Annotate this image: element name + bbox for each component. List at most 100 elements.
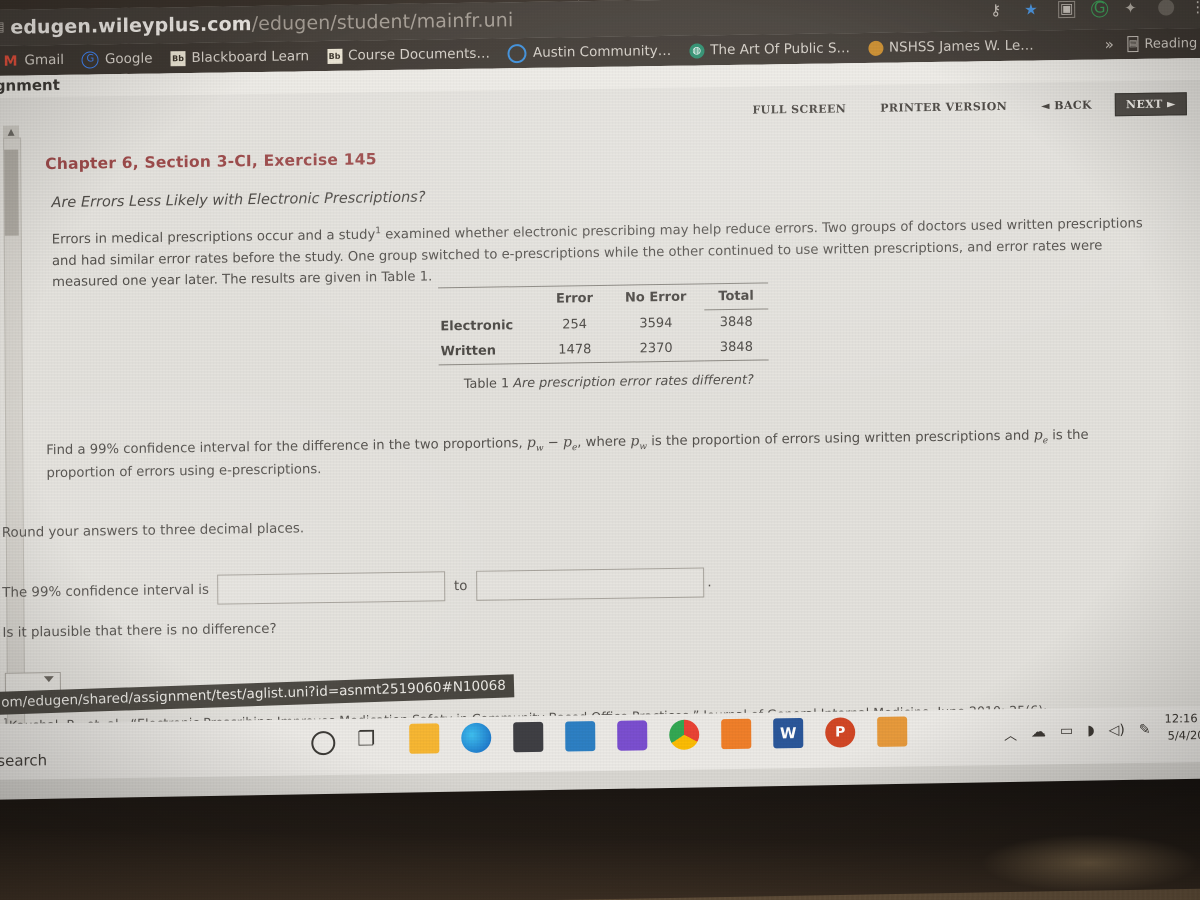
table-col-total: Total: [703, 282, 769, 310]
avatar-icon[interactable]: [1158, 0, 1175, 16]
spotify-icon[interactable]: [721, 718, 752, 750]
taskbar-search-box[interactable]: e to search: [0, 751, 47, 770]
page-info-lock-icon[interactable]: ▤: [0, 20, 5, 35]
google-icon: G: [81, 50, 99, 69]
bookmark-nshss[interactable]: NSHSS James W. Le…: [859, 30, 1043, 63]
table-col-error: Error: [555, 291, 594, 307]
bookmark-label: Blackboard Learn: [191, 48, 310, 66]
p-subscript-w: w: [535, 443, 544, 454]
extension-puzzle-icon[interactable]: ▣: [1058, 0, 1076, 18]
printer-version-button[interactable]: PRINTER VERSION: [869, 95, 1018, 120]
table-caption-text: Are prescription error rates different?: [513, 372, 754, 392]
rounding-instruction: Round your answers to three decimal plac…: [1, 521, 305, 541]
blackboard-icon: Bb: [170, 50, 186, 66]
breadcrumb: signment: [0, 75, 60, 96]
confidence-interval-instruction: Find a 99% confidence interval for the d…: [46, 423, 1151, 485]
pen-icon[interactable]: ✎: [1139, 722, 1151, 738]
reading-list-button[interactable]: ▤ Reading list: [1127, 35, 1200, 53]
microsoft-store-icon[interactable]: [513, 721, 544, 753]
cortana-circle-icon[interactable]: [311, 730, 336, 755]
exercise-title: Chapter 6, Section 3-CI, Exercise 145: [45, 150, 377, 174]
grammarly-icon[interactable]: G: [1091, 0, 1109, 18]
nshss-icon: [867, 40, 884, 56]
acc-icon: [507, 43, 527, 63]
bookmark-google[interactable]: G Google: [73, 43, 162, 74]
full-screen-button[interactable]: FULL SCREEN: [741, 97, 857, 122]
more-menu-icon[interactable]: ⋮: [1190, 0, 1200, 16]
web-page-area: signment ▲ FULL SCREEN PRINTER VERSION ◄…: [0, 57, 1200, 733]
math-minus: −: [547, 435, 559, 451]
paragraph-part-2: examined whether electronic prescribing …: [51, 216, 1143, 291]
table-row: Written 1478 2370 3848: [438, 334, 769, 365]
next-button[interactable]: NEXT ►: [1114, 92, 1187, 117]
microsoft-edge-icon[interactable]: [461, 722, 492, 754]
bookmark-label: NSHSS James W. Le…: [888, 37, 1034, 56]
key-icon[interactable]: ⚷: [990, 1, 1008, 19]
back-button[interactable]: ◄ BACK: [1030, 93, 1103, 117]
clock-time: 12:16 AM: [1164, 711, 1200, 726]
cell-written-total: 3848: [719, 339, 754, 356]
p-symbol: p: [526, 434, 536, 452]
wifi-icon[interactable]: ◗: [1087, 723, 1095, 739]
mail-icon[interactable]: [565, 721, 596, 752]
p-symbol: p: [562, 434, 572, 451]
ci-lower-bound-input[interactable]: [216, 571, 446, 605]
bookmark-art-of-public-speaking[interactable]: ◍ The Art Of Public S…: [680, 33, 859, 66]
extensions-icon[interactable]: ✦: [1124, 0, 1142, 17]
sentence-period: .: [707, 574, 712, 590]
gmail-icon: M: [3, 53, 18, 70]
plausible-question: Is it plausible that there is no differe…: [2, 621, 277, 641]
math-p-e-2: pe: [1033, 427, 1048, 446]
stat-text-b: , where: [577, 434, 631, 451]
confidence-interval-answer-row: The 99% confidence interval is to .: [2, 567, 712, 608]
clock-date: 5/4/2021: [1167, 728, 1200, 743]
to-label: to: [453, 578, 468, 594]
file-explorer-icon[interactable]: [409, 723, 440, 754]
bookmark-gmail[interactable]: M Gmail: [0, 45, 73, 76]
battery-icon[interactable]: ▭: [1060, 723, 1073, 739]
system-tray: ︿ ☁ ▭ ◗ ◁) ✎ 12:16 AM 5/4/2021: [1004, 710, 1200, 748]
stat-text-c: is the proportion of errors using writte…: [646, 428, 1034, 450]
taskbar-clock[interactable]: 12:16 AM 5/4/2021: [1164, 710, 1200, 745]
row-label-electronic: Electronic: [440, 317, 514, 335]
confidence-interval-label: The 99% confidence interval is: [2, 582, 210, 601]
bookmark-label: Austin Community…: [532, 42, 672, 61]
bookmark-label: Google: [104, 50, 153, 68]
bookmark-austin-community[interactable]: Austin Community…: [499, 36, 681, 69]
assignment-toolbar: FULL SCREEN PRINTER VERSION ◄ BACK NEXT …: [741, 92, 1187, 122]
bookmark-blackboard-learn[interactable]: Bb Blackboard Learn: [161, 41, 318, 73]
bookmark-course-documents[interactable]: Bb Course Documents…: [318, 38, 499, 71]
powerpoint-icon[interactable]: P: [825, 717, 856, 748]
table-caption: Table 1 Are prescription error rates dif…: [439, 372, 779, 392]
math-p-w-2: pw: [630, 433, 648, 453]
zoom-app-icon[interactable]: [617, 720, 648, 751]
globe-icon: ◍: [689, 42, 705, 59]
scrollbar-thumb[interactable]: [4, 149, 19, 236]
laptop-bezel-bottom: [0, 778, 1200, 900]
p-subscript-w: w: [639, 442, 648, 453]
address-bar[interactable]: edugen.wileyplus.com/edugen/student/main…: [10, 9, 513, 38]
laptop-screen-photo: Login… ✕ NOISE s… ✕ Verify Em… ✕ Verify …: [0, 0, 1200, 900]
volume-icon[interactable]: ◁): [1109, 722, 1125, 738]
google-chrome-icon[interactable]: [669, 719, 700, 750]
show-hidden-icons-chevron[interactable]: ︿: [1004, 725, 1017, 744]
cell-written-no-error: 2370: [639, 340, 673, 357]
star-icon[interactable]: ★: [1024, 0, 1042, 18]
photos-icon[interactable]: [877, 716, 908, 747]
assignment-content-frame: ▲ FULL SCREEN PRINTER VERSION ◄ BACK NEX…: [0, 79, 1200, 733]
bookmarks-overflow-chevron-icon[interactable]: »: [1105, 35, 1114, 53]
blackboard-icon: Bb: [326, 48, 343, 64]
exercise-subtitle: Are Errors Less Likely with Electronic P…: [51, 189, 426, 212]
table-caption-label: Table 1: [463, 376, 510, 392]
cell-electronic-error: 254: [562, 316, 588, 333]
onedrive-icon[interactable]: ☁: [1031, 722, 1046, 740]
task-view-icon[interactable]: ❐: [357, 724, 387, 754]
ci-upper-bound-input[interactable]: [476, 567, 705, 601]
exercise-paragraph: Errors in medical prescriptions occur an…: [52, 213, 1162, 294]
p-symbol: p: [630, 433, 640, 450]
table-corner-cell: [438, 286, 541, 314]
word-icon[interactable]: W: [773, 717, 804, 749]
p-symbol: p: [1033, 427, 1043, 444]
bookmark-label: The Art Of Public S…: [710, 40, 851, 59]
taskbar-icon-group: ❐ W P: [311, 716, 908, 755]
